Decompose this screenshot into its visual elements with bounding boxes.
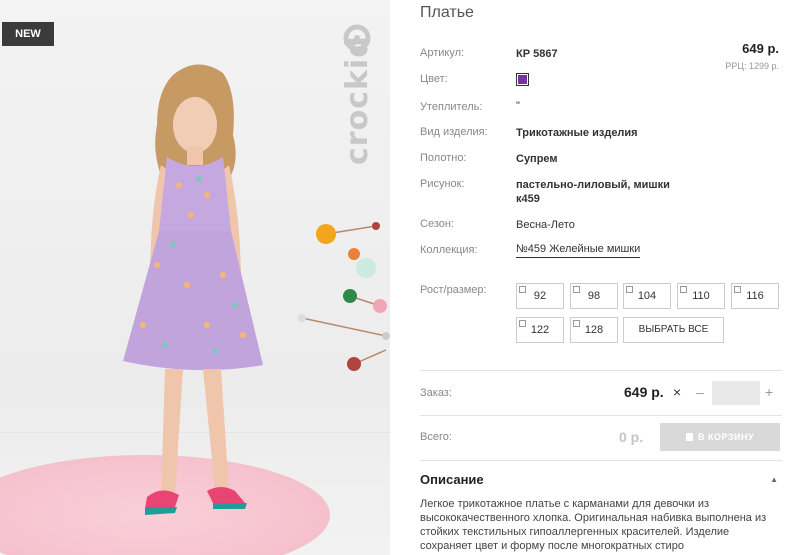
divider: [420, 415, 782, 416]
description-title: Описание: [420, 472, 484, 487]
fabric-label: Полотно:: [420, 152, 467, 164]
brand-logo-text: crockid: [340, 35, 375, 165]
item-type-value: Трикотажные изделия: [516, 127, 638, 139]
insulation-label: Утеплитель:: [420, 101, 483, 113]
product-price: 649 р.: [742, 41, 779, 56]
collection-label: Коллекция:: [420, 244, 478, 256]
product-photo[interactable]: NEW crockid: [0, 0, 390, 555]
fabric-value: Супрем: [516, 153, 558, 165]
product-details-panel: Платье 649 р. РРЦ: 1299 р. Артикул: КР 5…: [420, 0, 782, 555]
size-option-116[interactable]: 116: [731, 283, 779, 309]
size-option-104[interactable]: 104: [623, 283, 671, 309]
item-type-label: Вид изделия:: [420, 126, 488, 138]
article-label: Артикул:: [420, 47, 465, 59]
order-price: 649 р.: [624, 384, 664, 400]
print-value-line2: к459: [516, 193, 540, 205]
checkbox-icon: [734, 286, 741, 293]
select-all-sizes-button[interactable]: ВЫБРАТЬ ВСЕ: [623, 317, 724, 343]
new-badge: NEW: [2, 22, 54, 46]
order-label: Заказ:: [420, 387, 452, 399]
decrease-quantity-button[interactable]: –: [696, 384, 704, 400]
checkbox-icon: [626, 286, 633, 293]
color-label: Цвет:: [420, 73, 448, 85]
divider: [420, 370, 782, 371]
print-label: Рисунок:: [420, 178, 465, 190]
add-to-cart-label: В КОРЗИНУ: [697, 432, 755, 442]
increase-quantity-button[interactable]: +: [765, 384, 773, 400]
size-option-label: 92: [533, 290, 547, 302]
product-title: Платье: [420, 4, 474, 21]
color-swatch[interactable]: [516, 73, 529, 86]
color-swatch-fill: [518, 75, 527, 84]
collection-link[interactable]: №459 Желейные мишки: [516, 243, 641, 258]
print-value-line1: пастельно-лиловый, мишки: [516, 179, 670, 191]
quantity-input[interactable]: [712, 381, 760, 405]
size-option-label: 104: [637, 290, 657, 302]
checkbox-icon: [519, 320, 526, 327]
description-text: Легкое трикотажное платье с карманами дл…: [420, 498, 767, 552]
season-value: Весна-Лето: [516, 219, 575, 231]
molecule-toy-illustration: [298, 222, 390, 371]
checkbox-icon: [573, 320, 580, 327]
article-value: КР 5867: [516, 48, 558, 60]
size-option-label: 128: [584, 324, 604, 336]
multiply-icon: ×: [673, 384, 682, 400]
checkbox-icon: [573, 286, 580, 293]
season-label: Сезон:: [420, 218, 454, 230]
size-option-92[interactable]: 92: [516, 283, 564, 309]
divider: [420, 460, 782, 461]
size-option-128[interactable]: 128: [570, 317, 618, 343]
size-option-110[interactable]: 110: [677, 283, 725, 309]
recommended-retail-price: РРЦ: 1299 р.: [725, 61, 779, 71]
shopping-bag-icon: [685, 433, 693, 441]
total-label: Всего:: [420, 431, 452, 443]
size-option-98[interactable]: 98: [570, 283, 618, 309]
size-option-label: 122: [530, 324, 550, 336]
size-option-label: 110: [692, 290, 710, 302]
size-option-122[interactable]: 122: [516, 317, 564, 343]
checkbox-icon: [680, 286, 687, 293]
size-label: Рост/размер:: [420, 284, 487, 296]
size-option-label: 116: [746, 290, 764, 302]
total-value: 0 р.: [619, 429, 644, 445]
size-option-label: 98: [587, 290, 601, 302]
collapse-arrow-icon[interactable]: ▲: [770, 475, 778, 484]
checkbox-icon: [519, 286, 526, 293]
add-to-cart-button[interactable]: В КОРЗИНУ: [660, 423, 780, 451]
model-girl-illustration: [123, 64, 263, 515]
insulation-value: ": [516, 100, 520, 112]
